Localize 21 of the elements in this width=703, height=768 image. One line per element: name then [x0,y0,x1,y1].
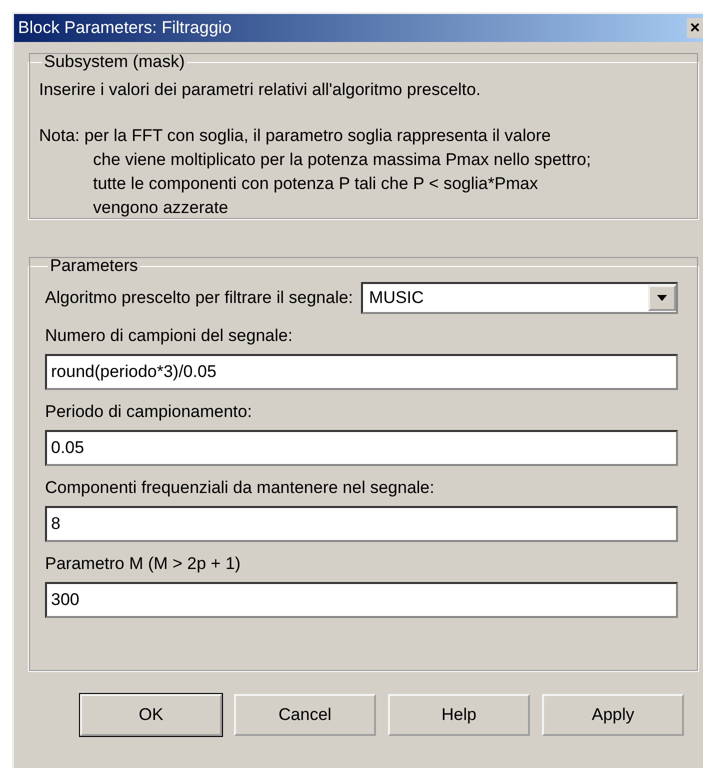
note-text: Nota: per la FFT con soglia, il parametro soglia rappresenta il valore che viene moltiplicato per la potenza massima Pmax nello spettro; tutte le componenti con potenza P tali che P < soglia*Pmax vengono azzerate [39,125,592,219]
input-field[interactable]: round(periodo*3)/0.05 [45,354,678,390]
close-button[interactable]: × [687,18,703,38]
window-title: Block Parameters: Filtraggio [18,18,232,38]
dialog-button[interactable]: Cancel [234,694,376,736]
field-label: Periodo di campionamento: [45,402,253,422]
input-field[interactable]: 0.05 [45,430,678,466]
algorithm-dropdown[interactable]: MUSIC [361,282,678,314]
field-label: Parametro M (M > 2p + 1) [45,554,242,574]
input-field[interactable]: 300 [45,582,678,618]
dialog-button[interactable]: Apply [542,694,684,736]
dialog-button[interactable]: OK [80,694,222,736]
dropdown-arrow-icon[interactable] [657,295,667,301]
field-label: Numero di campioni del segnale: [45,326,294,346]
group-title: Parameters [49,256,139,276]
description-text: Inserire i valori dei parametri relativi all'algoritmo prescelto. [39,80,482,100]
field-label: Componenti frequenziali da mantenere nel segnale: [45,478,436,498]
group-title: Subsystem (mask) [43,52,186,72]
dialog-button[interactable]: Help [388,694,530,736]
field-label: Algoritmo prescelto per filtrare il segnale: [45,288,354,308]
input-field[interactable]: 8 [45,506,678,542]
